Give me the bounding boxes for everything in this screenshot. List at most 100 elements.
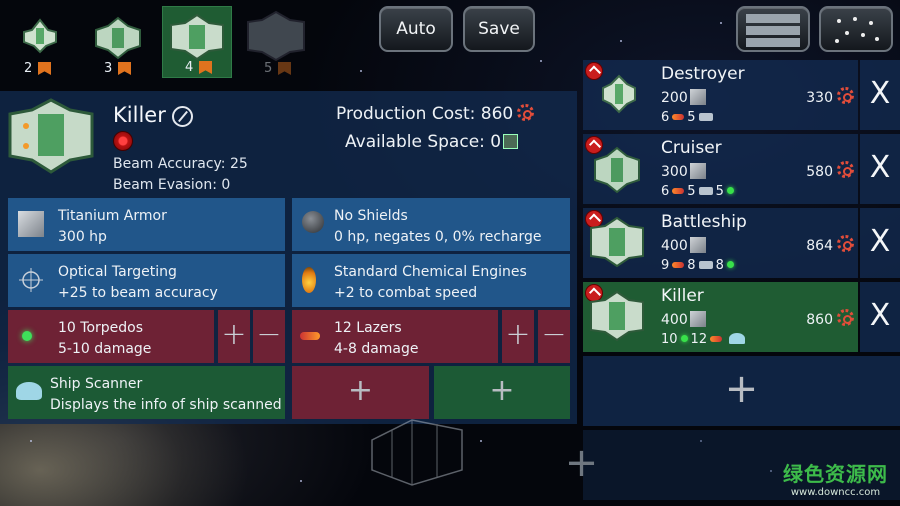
missile-count: 5 bbox=[687, 110, 696, 125]
cost-value: 330 bbox=[806, 90, 833, 106]
design-name: Destroyer bbox=[661, 64, 745, 84]
cruiser-ship-icon bbox=[594, 146, 640, 194]
slot-number: 2 bbox=[24, 61, 33, 76]
module-torpedos[interactable]: 10 Torpedos 5-10 damage bbox=[8, 310, 214, 363]
cruiser-ship-icon bbox=[95, 16, 141, 60]
fleet-row-destroyer[interactable]: Destroyer 200 6 5 330 bbox=[583, 60, 858, 130]
lazer-remove-button[interactable]: − bbox=[538, 310, 570, 363]
production-gear-icon bbox=[837, 309, 854, 326]
fleet-list-button[interactable] bbox=[736, 6, 810, 52]
destroyer-ship-icon bbox=[602, 74, 636, 114]
weapon-summary: 10 12 bbox=[661, 332, 746, 347]
scanner-icon bbox=[16, 382, 42, 400]
laser-count: 6 bbox=[661, 184, 670, 199]
armor-icon bbox=[689, 163, 706, 179]
close-destroyer-button[interactable]: X bbox=[860, 60, 900, 130]
fleet-row-battleship[interactable]: Battleship 400 9 8 8 864 bbox=[583, 208, 858, 278]
module-detail: 300 hp bbox=[58, 229, 107, 245]
design-slot-3[interactable]: 3 bbox=[82, 6, 152, 78]
plus-icon: + bbox=[564, 440, 599, 486]
add-design-button[interactable]: + bbox=[583, 356, 900, 426]
module-name: 12 Lazers bbox=[334, 320, 402, 336]
torpedo-remove-button[interactable]: − bbox=[253, 310, 285, 363]
design-name: Killer bbox=[661, 286, 704, 306]
design-name: Cruiser bbox=[661, 138, 722, 158]
shield-orb-icon bbox=[302, 211, 324, 233]
module-name: 10 Torpedos bbox=[58, 320, 144, 336]
fleet-row-cruiser[interactable]: Cruiser 300 6 5 5 580 bbox=[583, 134, 858, 204]
design-hp: 400 bbox=[661, 237, 706, 254]
torpedo-add-button[interactable]: + bbox=[218, 310, 250, 363]
close-cruiser-button[interactable]: X bbox=[860, 134, 900, 204]
armor-icon bbox=[689, 237, 706, 253]
laser-count: 12 bbox=[690, 332, 708, 347]
armor-plate-icon bbox=[18, 211, 44, 237]
star-map-icon bbox=[835, 17, 879, 43]
production-gear-icon bbox=[517, 104, 535, 121]
module-targeting[interactable]: Optical Targeting +25 to beam accuracy bbox=[8, 254, 285, 307]
killer-ship-icon bbox=[590, 290, 644, 342]
laser-icon bbox=[672, 114, 685, 120]
small-ship-icon bbox=[23, 18, 57, 54]
module-detail: 5-10 damage bbox=[58, 341, 152, 357]
slot-number: 5 bbox=[264, 61, 273, 76]
design-cost: 580 bbox=[806, 161, 854, 180]
module-armor[interactable]: Titanium Armor 300 hp bbox=[8, 198, 285, 251]
laser-count: 6 bbox=[661, 110, 670, 125]
close-battleship-button[interactable]: X bbox=[860, 208, 900, 278]
missile-count: 8 bbox=[687, 258, 696, 273]
bookmark-icon bbox=[278, 62, 291, 75]
laser-icon bbox=[300, 332, 320, 340]
bookmark-icon bbox=[118, 62, 131, 75]
hull-type-icon bbox=[113, 131, 133, 151]
galaxy-map-button[interactable] bbox=[819, 6, 893, 52]
design-cost: 330 bbox=[806, 87, 854, 106]
design-cost: 860 bbox=[806, 309, 854, 328]
production-gear-icon bbox=[837, 87, 854, 104]
engine-flame-icon bbox=[302, 267, 316, 293]
module-detail: 0 hp, negates 0, 0% recharge bbox=[334, 229, 542, 245]
design-slot-4[interactable]: 4 bbox=[162, 6, 232, 78]
battleship-icon bbox=[590, 216, 644, 268]
lazer-add-button[interactable]: + bbox=[502, 310, 534, 363]
save-button[interactable]: Save bbox=[463, 6, 535, 52]
module-lazers[interactable]: 12 Lazers 4-8 damage bbox=[292, 310, 498, 363]
weapon-summary: 6 5 5 bbox=[661, 184, 737, 199]
module-shields[interactable]: No Shields 0 hp, negates 0, 0% recharge bbox=[292, 198, 570, 251]
auto-button[interactable]: Auto bbox=[379, 6, 453, 52]
module-engines[interactable]: Standard Chemical Engines +2 to combat s… bbox=[292, 254, 570, 307]
weapon-summary: 9 8 8 bbox=[661, 258, 737, 273]
hp-value: 300 bbox=[661, 164, 688, 180]
slot-number: 3 bbox=[104, 61, 113, 76]
design-cost: 864 bbox=[806, 235, 854, 254]
laser-icon bbox=[672, 262, 685, 268]
module-scanner[interactable]: Ship Scanner Displays the info of ship s… bbox=[8, 366, 285, 419]
close-killer-button[interactable]: X bbox=[860, 282, 900, 352]
list-icon bbox=[746, 14, 800, 47]
hp-value: 400 bbox=[661, 312, 688, 328]
design-ship-icon bbox=[8, 98, 94, 174]
cost-value: 864 bbox=[806, 238, 833, 254]
missile-icon bbox=[698, 113, 713, 121]
laser-icon bbox=[672, 188, 685, 194]
slot-number: 4 bbox=[185, 60, 194, 75]
watermark-title: 绿色资源网 bbox=[783, 462, 888, 486]
missile-count: 5 bbox=[687, 184, 696, 199]
laser-icon bbox=[710, 336, 723, 342]
design-slot-5[interactable]: 5 bbox=[242, 6, 312, 78]
design-slot-2[interactable]: 2 bbox=[2, 6, 72, 78]
bookmark-icon bbox=[199, 61, 212, 74]
rename-pencil-icon[interactable] bbox=[172, 106, 193, 127]
beam-evasion: Beam Evasion: 0 bbox=[113, 177, 231, 193]
module-detail: Displays the info of ship scanned bbox=[50, 397, 282, 413]
design-hp: 300 bbox=[661, 163, 706, 180]
fleet-row-killer[interactable]: Killer 400 10 12 860 bbox=[583, 282, 858, 352]
module-name: Titanium Armor bbox=[58, 208, 167, 224]
production-gear-icon bbox=[837, 161, 854, 178]
design-hp: 200 bbox=[661, 89, 706, 106]
missile-icon bbox=[698, 187, 713, 195]
production-cost-text: Production Cost: 860 bbox=[336, 104, 514, 124]
torpedo-icon bbox=[22, 331, 32, 341]
watermark-url: www.downcc.com bbox=[790, 487, 881, 498]
laser-count: 9 bbox=[661, 258, 670, 273]
